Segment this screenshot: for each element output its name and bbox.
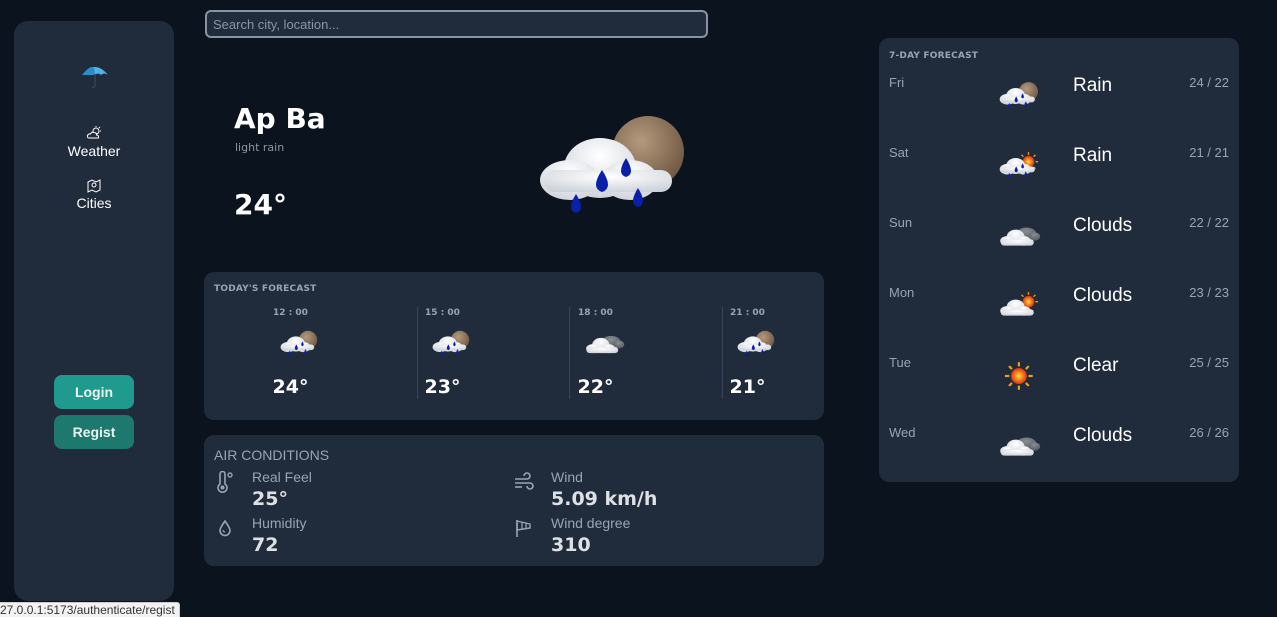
day-name: Fri <box>889 75 905 90</box>
rain-night-icon <box>278 328 320 360</box>
current-temperature: 24° <box>234 188 287 221</box>
hour-temperature: 24° <box>272 376 309 398</box>
day-forecast-row: Sat Rain 21 / 21 <box>879 145 1239 215</box>
hour-forecast: 12 : 00 24° <box>214 306 367 400</box>
day-forecast-row: Tue Clear 25 / 25 <box>879 355 1239 425</box>
day-condition: Rain <box>1073 145 1113 166</box>
day-condition: Clouds <box>1073 215 1133 236</box>
todays-forecast-title: TODAY'S FORECAST <box>214 284 317 294</box>
day-temp-range: 21 / 21 <box>1189 145 1229 160</box>
nav-cities-label: Cities <box>76 195 112 211</box>
day-name: Tue <box>889 355 911 370</box>
windsock-icon <box>516 520 531 537</box>
map-icon <box>87 179 101 193</box>
wind-label: Wind <box>551 469 583 485</box>
hour-time: 21 : 00 <box>730 308 765 318</box>
real-feel-value: 25° <box>252 488 288 510</box>
day-temp-range: 24 / 22 <box>1189 75 1229 90</box>
cloud-sun-icon <box>86 126 101 139</box>
day-forecast-row: Sun Clouds 22 / 22 <box>879 215 1239 285</box>
day-name: Sat <box>889 145 909 160</box>
weather-description: light rain <box>235 141 285 154</box>
wind-degree-label: Wind degree <box>551 515 631 531</box>
day-name: Mon <box>889 285 915 300</box>
status-url: 27.0.0.1:5173/authenticate/regist <box>0 602 180 617</box>
cloud-night-icon <box>583 328 625 360</box>
air-conditions-panel: AIR CONDITIONS Real Feel 25° Humidity 72… <box>204 435 824 566</box>
nav-weather-label: Weather <box>67 143 121 159</box>
thermometer-icon <box>217 471 233 493</box>
humidity-label: Humidity <box>252 515 307 531</box>
air-conditions-title: AIR CONDITIONS <box>214 447 330 463</box>
hour-temperature: 21° <box>729 376 766 398</box>
droplet-icon <box>219 519 231 537</box>
day-forecast-row: Wed Clouds 26 / 26 <box>879 425 1239 495</box>
hour-time: 12 : 00 <box>273 308 308 318</box>
day-condition: Clouds <box>1073 285 1133 306</box>
cloud-day-icon <box>997 289 1041 323</box>
login-button[interactable]: Login <box>54 375 134 409</box>
day-temp-range: 22 / 22 <box>1189 215 1229 230</box>
day-name: Sun <box>889 215 913 230</box>
wind-degree-value: 310 <box>551 534 591 556</box>
sidebar: Weather Cities Login Regist <box>14 21 174 601</box>
wind-value: 5.09 km/h <box>551 488 658 510</box>
day-temp-range: 26 / 26 <box>1189 425 1229 440</box>
search-input[interactable] <box>205 10 708 38</box>
nav-weather[interactable]: Weather <box>14 125 174 159</box>
day-forecast-row: Fri Rain 24 / 22 <box>879 75 1239 145</box>
rain-day-icon <box>997 149 1041 183</box>
rain-night-icon <box>530 108 695 228</box>
todays-forecast-panel: TODAY'S FORECAST 12 : 00 24° 15 : 00 23°… <box>204 272 824 420</box>
cloud-night-icon <box>997 429 1041 463</box>
rain-night-icon <box>430 328 472 360</box>
day-condition: Clear <box>1073 355 1119 376</box>
nav-cities[interactable]: Cities <box>14 177 174 211</box>
humidity-value: 72 <box>252 534 279 556</box>
rain-night-icon <box>997 79 1041 113</box>
city-name: Ap Ba <box>234 102 326 135</box>
wind-icon <box>515 472 534 490</box>
weekly-forecast-panel: 7-DAY FORECAST Fri Rain 24 / 22 Sat Rain… <box>879 38 1239 482</box>
sun-icon <box>997 359 1041 393</box>
rain-night-icon <box>735 328 777 360</box>
hour-time: 15 : 00 <box>425 308 460 318</box>
day-forecast-row: Mon Clouds 23 / 23 <box>879 285 1239 355</box>
day-condition: Rain <box>1073 75 1113 96</box>
day-name: Wed <box>889 425 916 440</box>
umbrella-icon[interactable] <box>80 61 110 91</box>
hour-forecast: 15 : 00 23° <box>366 306 519 400</box>
day-temp-range: 25 / 25 <box>1189 355 1229 370</box>
day-condition: Clouds <box>1073 425 1133 446</box>
cloud-night-icon <box>997 219 1041 253</box>
real-feel-label: Real Feel <box>252 469 312 485</box>
hour-time: 18 : 00 <box>578 308 613 318</box>
day-temp-range: 23 / 23 <box>1189 285 1229 300</box>
hour-temperature: 22° <box>577 376 614 398</box>
hour-forecast: 18 : 00 22° <box>519 306 672 400</box>
regist-button[interactable]: Regist <box>54 415 134 449</box>
hour-forecast: 21 : 00 21° <box>671 306 824 400</box>
hour-temperature: 23° <box>424 376 461 398</box>
weekly-forecast-title: 7-DAY FORECAST <box>889 51 979 61</box>
